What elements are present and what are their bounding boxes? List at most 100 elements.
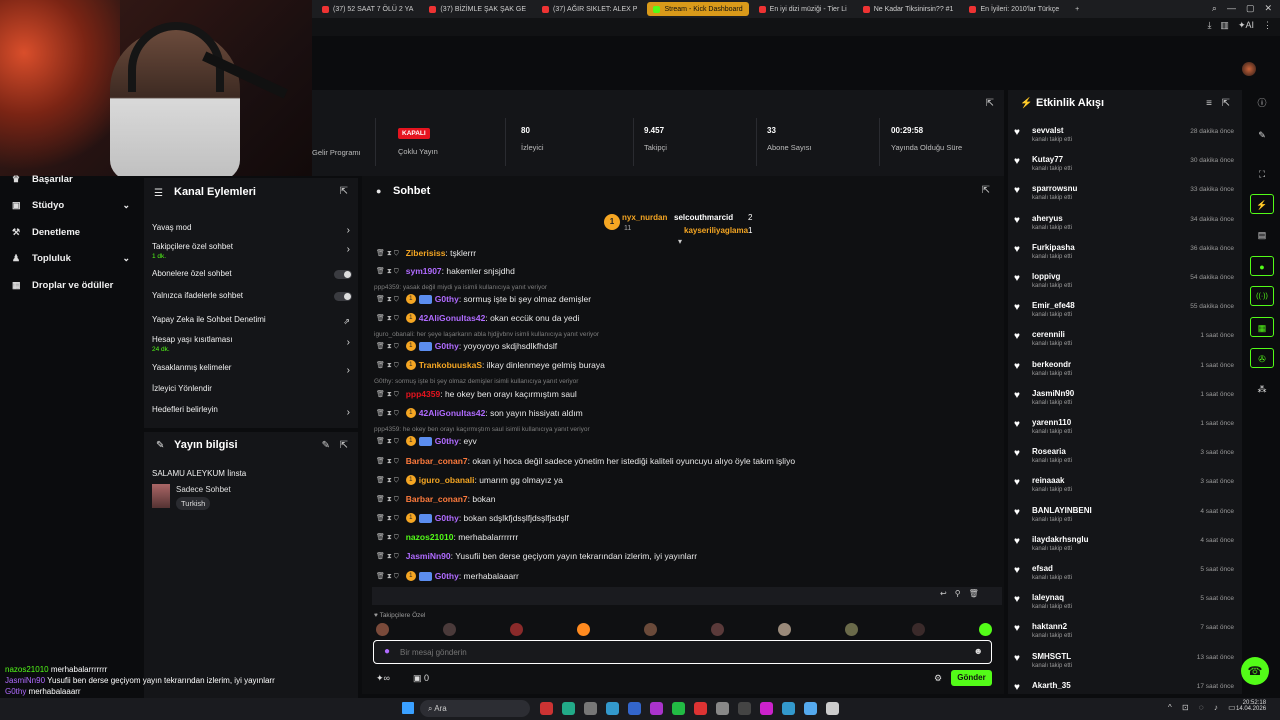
- chat-message[interactable]: 🗑 ⧗ ⛉ nazos21010: merhabalarrrrrrr: [376, 532, 518, 542]
- pinned-user[interactable]: kayseriliyaglama: [684, 226, 748, 235]
- mod-tools-icon[interactable]: 🗑 ⧗ ⛉: [376, 495, 399, 504]
- mod-tools-icon[interactable]: 🗑 ⧗ ⛉: [376, 390, 399, 399]
- download-icon[interactable]: ⤓: [1207, 20, 1211, 31]
- browser-tab[interactable]: (37) 52 SAAT 7 ÖLÜ 2 YA: [316, 2, 419, 16]
- chat-message[interactable]: 🗑 ⧗ ⛉ Barbar_conan7: bokan: [376, 494, 496, 504]
- mod-tools-icon[interactable]: 🗑 ⧗ ⛉: [376, 249, 399, 258]
- browser-tab[interactable]: En İyileri: 2010'lar Türkçe: [963, 2, 1065, 16]
- follower-avatar[interactable]: [577, 623, 590, 636]
- follower-avatar[interactable]: [376, 623, 389, 636]
- mod-tools-icon[interactable]: 🗑 ⧗ ⛉: [376, 572, 399, 581]
- channel-action-row[interactable]: Hedefleri belirleyin ›: [152, 405, 352, 418]
- follower-avatar[interactable]: [711, 623, 724, 636]
- activity-item[interactable]: ♥ yarenn110 kanalı takip etti 1 saat önce: [1014, 416, 1236, 445]
- mod-tools-icon[interactable]: 🗑 ⧗ ⛉: [376, 314, 399, 323]
- follower-avatar[interactable]: [845, 623, 858, 636]
- chat-message-input[interactable]: [400, 645, 940, 659]
- taskbar-app-icon[interactable]: [760, 702, 773, 715]
- sidebar-item[interactable]: ♛ Başarılar: [0, 166, 144, 192]
- activity-item[interactable]: ♥ cerennili kanalı takip etti 1 saat önce: [1014, 328, 1236, 357]
- chat-username[interactable]: Ziberisiss: [406, 248, 446, 258]
- toggle-switch[interactable]: [334, 292, 352, 301]
- activity-item[interactable]: ♥ Emir_efe48 kanalı takip etti 55 dakika ön…: [1014, 299, 1236, 328]
- sidebar-item[interactable]: ▣ Stüdyo ⌄: [0, 193, 144, 219]
- toggle-switch[interactable]: [334, 270, 352, 279]
- pin-icon[interactable]: ⚲: [955, 589, 961, 603]
- chat-message[interactable]: 🗑 ⧗ ⛉ Barbar_conan7: okan iyi hoca değil …: [376, 456, 795, 466]
- chat-message[interactable]: 🗑 ⧗ ⛉ 1 G0thy: sormuş işte bi şey olmaz de…: [376, 294, 591, 304]
- channel-action-row[interactable]: Takipçilere özel sohbet 1 dk. ›: [152, 242, 352, 260]
- activity-item[interactable]: ♥ efsad kanalı takip etti 5 saat önce: [1014, 562, 1236, 591]
- follower-avatar[interactable]: [912, 623, 925, 636]
- taskbar-app-icon[interactable]: [782, 702, 795, 715]
- channel-action-row[interactable]: Yasaklanmış kelimeler ›: [152, 363, 352, 376]
- chat-username[interactable]: G0thy: [435, 341, 459, 351]
- chat-message[interactable]: 🗑 ⧗ ⛉ 1 G0thy: yoyoyoyo skdjhsdlkfhdslf: [376, 341, 557, 351]
- activity-item[interactable]: ♥ aheryus kanalı takip etti 34 dakika önce: [1014, 212, 1236, 241]
- chat-username[interactable]: iguro_obanali: [419, 475, 475, 485]
- activity-item[interactable]: ♥ ilaydakrhsnglu kanalı takip etti 4 saat ö…: [1014, 533, 1236, 562]
- activity-item[interactable]: ♥ sparrowsnu kanalı takip etti 33 dakika ön…: [1014, 182, 1236, 211]
- history-icon[interactable]: ▥: [1220, 20, 1229, 31]
- close-icon[interactable]: ✕: [1264, 3, 1272, 14]
- reply-icon[interactable]: ↩: [940, 589, 947, 603]
- apps-icon[interactable]: ⁂: [1250, 379, 1274, 399]
- chat-username[interactable]: 42AliGonultas42: [419, 313, 486, 323]
- chat-username[interactable]: nazos21010: [406, 532, 454, 542]
- activity-item[interactable]: ♥ Furkipasha kanalı takip etti 36 dakika ön…: [1014, 241, 1236, 270]
- channel-action-row[interactable]: Yalnızca ifadelerle sohbet: [152, 291, 352, 301]
- activity-item[interactable]: ♥ laleynaq kanalı takip etti 5 saat önce: [1014, 591, 1236, 620]
- chat-username[interactable]: JasmiNn90: [406, 551, 451, 561]
- chat-username[interactable]: G0thy: [435, 513, 459, 523]
- browser-tab[interactable]: En iyi dizi müziği - Tier Li: [753, 2, 853, 16]
- chat-message[interactable]: 🗑 ⧗ ⛉ 1 42AliGonultas42: son yayın hissiya…: [376, 408, 583, 418]
- stream-tag[interactable]: Turkish: [176, 497, 211, 510]
- pinned-user[interactable]: nyx_nurdan: [622, 213, 667, 222]
- popout-icon[interactable]: ⇱: [340, 186, 348, 197]
- activity-item[interactable]: ♥ BANLAYINBENI kanalı takip etti 4 saat önc…: [1014, 504, 1236, 533]
- popout-icon[interactable]: ⇱: [982, 185, 990, 196]
- ai-button[interactable]: ✦AI: [1238, 20, 1254, 31]
- windows-start-icon[interactable]: [402, 702, 414, 714]
- chevron-down-icon[interactable]: ▾: [678, 237, 682, 246]
- menu-icon[interactable]: ⋮: [1263, 20, 1272, 31]
- chat-username[interactable]: TrankobuuskaS: [419, 360, 482, 370]
- expand-icon[interactable]: ⇱: [986, 98, 994, 109]
- browser-tab[interactable]: (37) AĞIR SIKLET: ALEX P: [536, 2, 643, 16]
- taskbar-app-icon[interactable]: [562, 702, 575, 715]
- activity-item[interactable]: ♥ haktann2 kanalı takip etti 7 saat önce: [1014, 620, 1236, 649]
- system-tray[interactable]: ^ ⊡ ◌ ♪ ▭: [1168, 703, 1240, 712]
- follower-avatar[interactable]: [778, 623, 791, 636]
- browser-tab[interactable]: Ne Kadar Tiksinirsin?? #1: [857, 2, 960, 16]
- pinned-user[interactable]: selcouthmarcid: [674, 213, 733, 222]
- avatar[interactable]: [1242, 62, 1256, 76]
- chat-username[interactable]: G0thy: [435, 294, 459, 304]
- mod-tools-icon[interactable]: 🗑 ⧗ ⛉: [376, 457, 399, 466]
- chat-message[interactable]: 🗑 ⧗ ⛉ 1 iguro_obanali: umarım gg olmayız y…: [376, 475, 563, 485]
- sidebar-item[interactable]: ♟ Topluluk ⌄: [0, 246, 144, 272]
- mod-tools-icon[interactable]: 🗑 ⧗ ⛉: [376, 267, 399, 276]
- taskbar-app-icon[interactable]: [584, 702, 597, 715]
- document-icon[interactable]: ▤: [1250, 225, 1274, 245]
- chat-message[interactable]: 🗑 ⧗ ⛉ Ziberisiss: tşklerrr: [376, 248, 476, 258]
- taskbar-app-icon[interactable]: [540, 702, 553, 715]
- mod-tools-icon[interactable]: 🗑 ⧗ ⛉: [376, 476, 399, 485]
- chat-icon[interactable]: ●: [1250, 256, 1274, 276]
- chat-username[interactable]: G0thy: [435, 436, 459, 446]
- taskbar-app-icon[interactable]: [628, 702, 641, 715]
- mod-tools-icon[interactable]: 🗑 ⧗ ⛉: [376, 437, 399, 446]
- mod-tools-icon[interactable]: 🗑 ⧗ ⛉: [376, 514, 399, 523]
- taskbar-app-icon[interactable]: [694, 702, 707, 715]
- taskbar-app-icon[interactable]: [650, 702, 663, 715]
- channel-action-row[interactable]: İzleyici Yönlendir: [152, 384, 352, 393]
- chat-message[interactable]: 🗑 ⧗ ⛉ 1 G0thy: merhabalaaarr: [376, 571, 519, 581]
- edit-icon[interactable]: ✎: [322, 440, 330, 451]
- follower-avatar[interactable]: [510, 623, 523, 636]
- chat-message[interactable]: 🗑 ⧗ ⛉ 1 G0thy: eyv: [376, 436, 477, 446]
- mod-tools-icon[interactable]: 🗑 ⧗ ⛉: [376, 533, 399, 542]
- chat-message[interactable]: 🗑 ⧗ ⛉ sym1907: hakemler snjsjdhd: [376, 266, 515, 276]
- fullscreen-icon[interactable]: ⛶: [1250, 164, 1274, 184]
- edit-icon[interactable]: ✎: [1250, 125, 1274, 145]
- chat-message[interactable]: 🗑 ⧗ ⛉ 1 42AliGonultas42: okan eccük onu da…: [376, 313, 579, 323]
- chat-message[interactable]: 🗑 ⧗ ⛉ JasmiNn90: Yusufii ben derse geçiyo…: [376, 551, 697, 561]
